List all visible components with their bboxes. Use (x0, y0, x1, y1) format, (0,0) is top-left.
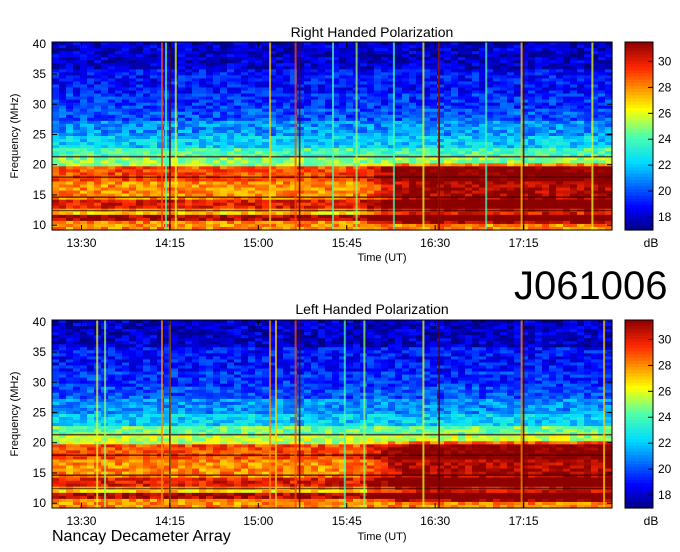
x-tick-label: 14:15 (155, 236, 185, 250)
burst-spike (174, 42, 177, 230)
burst-spike (591, 42, 594, 230)
gap-line (298, 42, 301, 230)
burst-spike (165, 42, 167, 230)
x-tick-label: 15:00 (243, 236, 273, 250)
panel-title: Right Handed Polarization (291, 24, 454, 40)
x-tick-label: 15:45 (332, 236, 362, 250)
gap-line (522, 42, 525, 230)
burst-spike (422, 42, 425, 230)
burst-spike (332, 42, 334, 230)
burst-spike (355, 42, 358, 230)
burst-spike (161, 42, 163, 230)
x-tick-label: 13:30 (66, 236, 96, 250)
gap-line (169, 42, 171, 230)
burst-spike (520, 42, 523, 230)
burst-spike (392, 42, 395, 230)
gap-line (438, 42, 440, 230)
burst-spike (485, 42, 488, 230)
spectrogram-panel-right: Right Handed Polarization 13:30 14:15 15:00… (9, 24, 672, 264)
burst-spike (294, 42, 297, 230)
burst-spike (269, 42, 272, 230)
